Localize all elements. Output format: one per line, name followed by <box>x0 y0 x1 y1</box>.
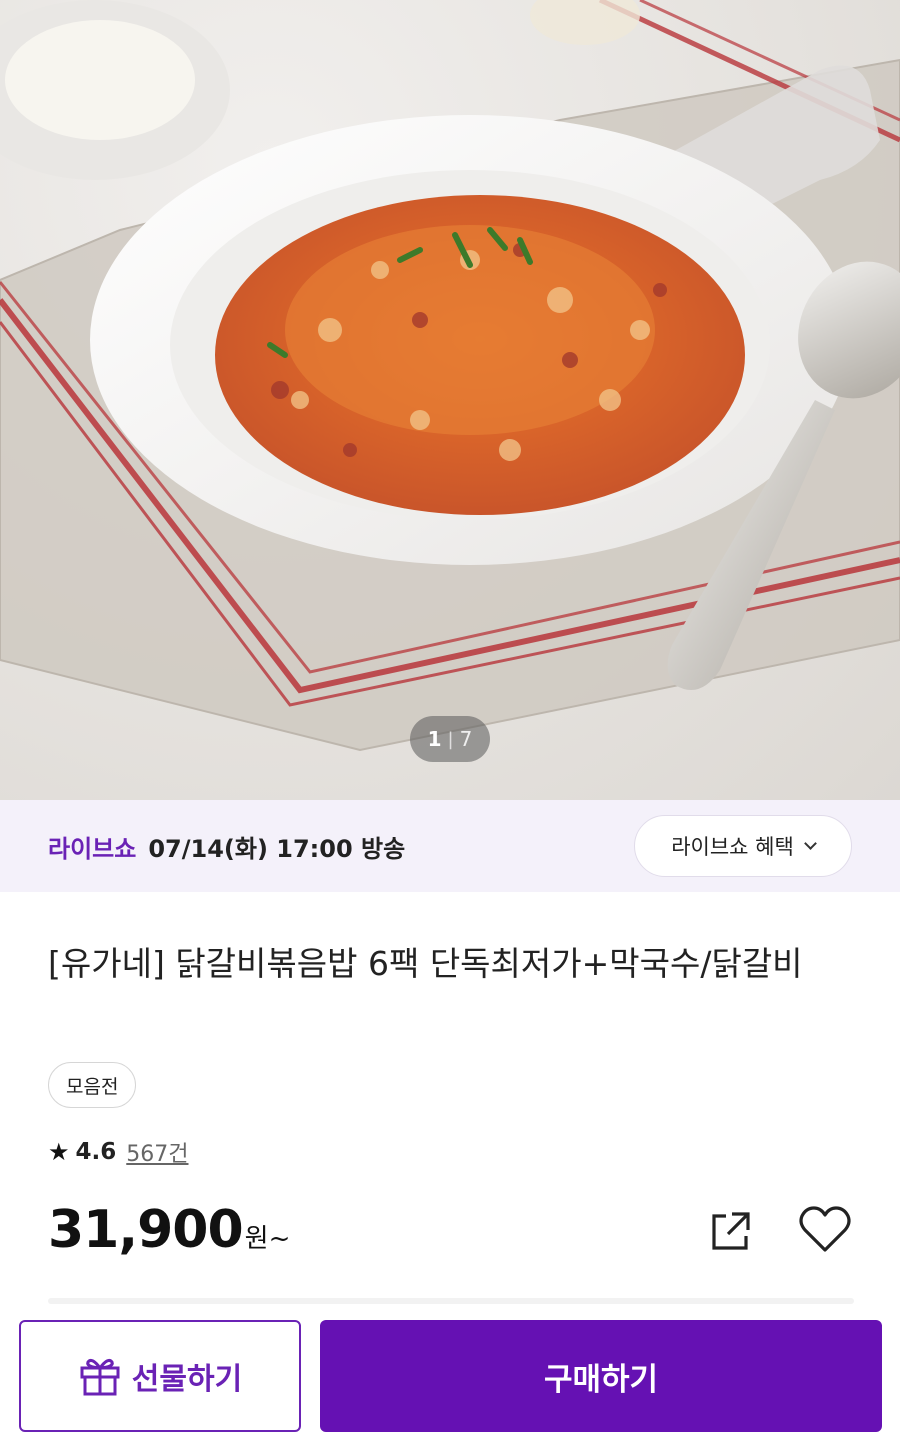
live-show-label: 라이브쇼 <box>48 834 137 863</box>
price-amount: 31,900 <box>48 1200 244 1260</box>
page-separator: | <box>447 728 454 750</box>
live-benefit-label: 라이브쇼 혜택 <box>671 835 794 859</box>
heart-icon <box>799 1206 851 1252</box>
chevron-down-icon <box>803 836 817 850</box>
live-benefit-button[interactable]: 라이브쇼 혜택 <box>634 815 852 877</box>
image-page-counter: 1 | 7 <box>410 716 490 762</box>
product-image[interactable]: 1 | 7 <box>0 0 900 800</box>
gift-icon <box>80 1359 120 1396</box>
buy-button-label: 구매하기 <box>543 1361 659 1398</box>
rating: ★ 4.6 567건 <box>48 1136 189 1168</box>
gift-button-label: 선물하기 <box>131 1362 243 1397</box>
rating-score: 4.6 <box>75 1139 117 1165</box>
page-total: 7 <box>459 727 473 751</box>
price-unit: 원~ <box>244 1224 291 1254</box>
buy-button[interactable]: 구매하기 <box>320 1320 882 1432</box>
product-title: [유가네] 닭갈비볶음밥 6팩 단독최저가+막국수/닭갈비 <box>48 944 803 983</box>
product-photo <box>0 0 900 752</box>
star-icon: ★ <box>48 1138 70 1166</box>
category-tag[interactable]: 모음전 <box>48 1062 137 1108</box>
share-icon <box>712 1212 750 1250</box>
like-button[interactable] <box>797 1203 853 1257</box>
live-show-bar: 라이브쇼 07/14(화) 17:00 방송 라이브쇼 혜택 <box>0 800 900 892</box>
gift-button[interactable]: 선물하기 <box>19 1320 301 1432</box>
page-current: 1 <box>427 727 442 751</box>
review-count-link[interactable]: 567건 <box>126 1136 188 1168</box>
price: 31,900 원~ <box>48 1200 290 1260</box>
bottom-action-bar: 선물하기 구매하기 <box>0 1304 900 1446</box>
share-button[interactable] <box>706 1206 756 1256</box>
live-show-schedule: 07/14(화) 17:00 방송 <box>148 834 406 863</box>
